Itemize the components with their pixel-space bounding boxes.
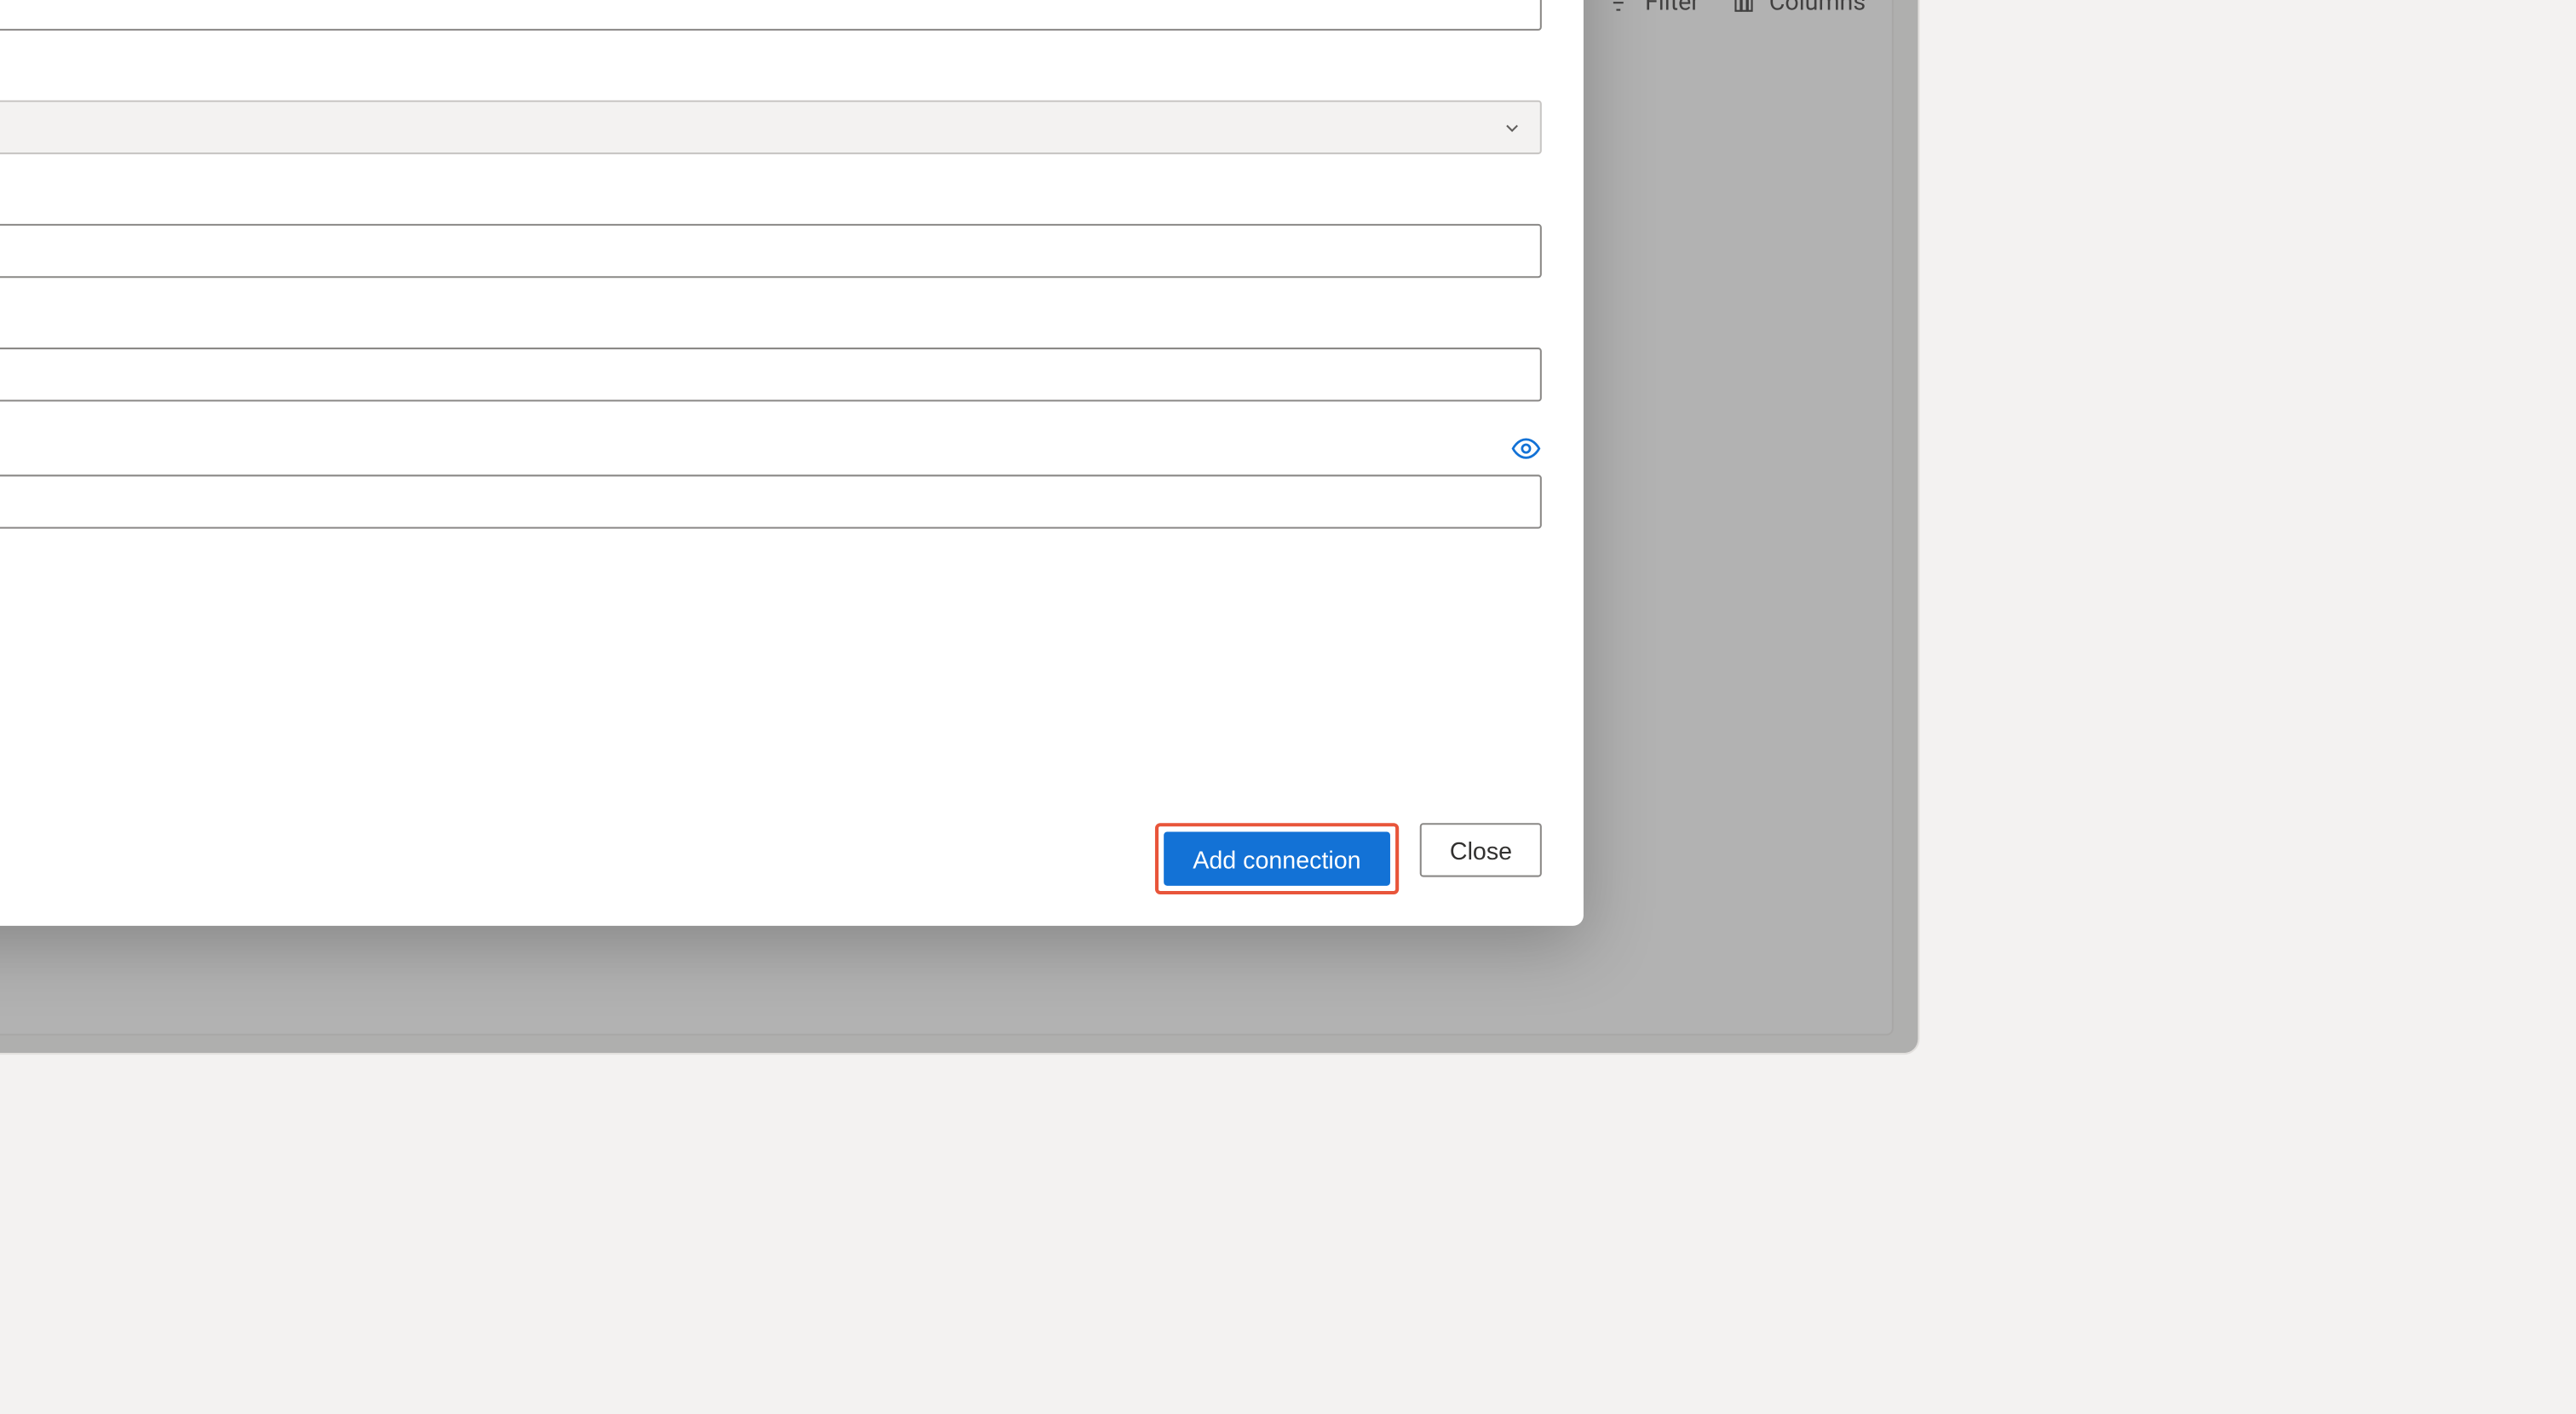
- modal-footer: Add connection Close: [0, 809, 1542, 894]
- callout-highlight: Add connection: [1154, 823, 1399, 894]
- authentication-select[interactable]: Username password: [0, 101, 1542, 154]
- chevron-down-icon: [1502, 117, 1523, 138]
- password-input[interactable]: [0, 348, 1542, 401]
- field-username: User name *: [0, 186, 1542, 278]
- eye-icon[interactable]: [1510, 433, 1542, 464]
- modal-connect-registry: Connect a container registry Back to sel…: [0, 0, 1584, 926]
- field-authentication: Authentication * Username password: [0, 62, 1542, 154]
- username-input[interactable]: [0, 224, 1542, 278]
- connection-name-input[interactable]: [0, 474, 1542, 528]
- close-button[interactable]: Close: [1420, 823, 1542, 877]
- field-password: Password *: [0, 309, 1542, 401]
- field-endpoint: Endpoint *: [0, 0, 1542, 31]
- field-connection-name: Connection name * i: [0, 433, 1542, 528]
- endpoint-input[interactable]: [0, 0, 1542, 31]
- add-connection-button[interactable]: Add connection: [1163, 831, 1390, 885]
